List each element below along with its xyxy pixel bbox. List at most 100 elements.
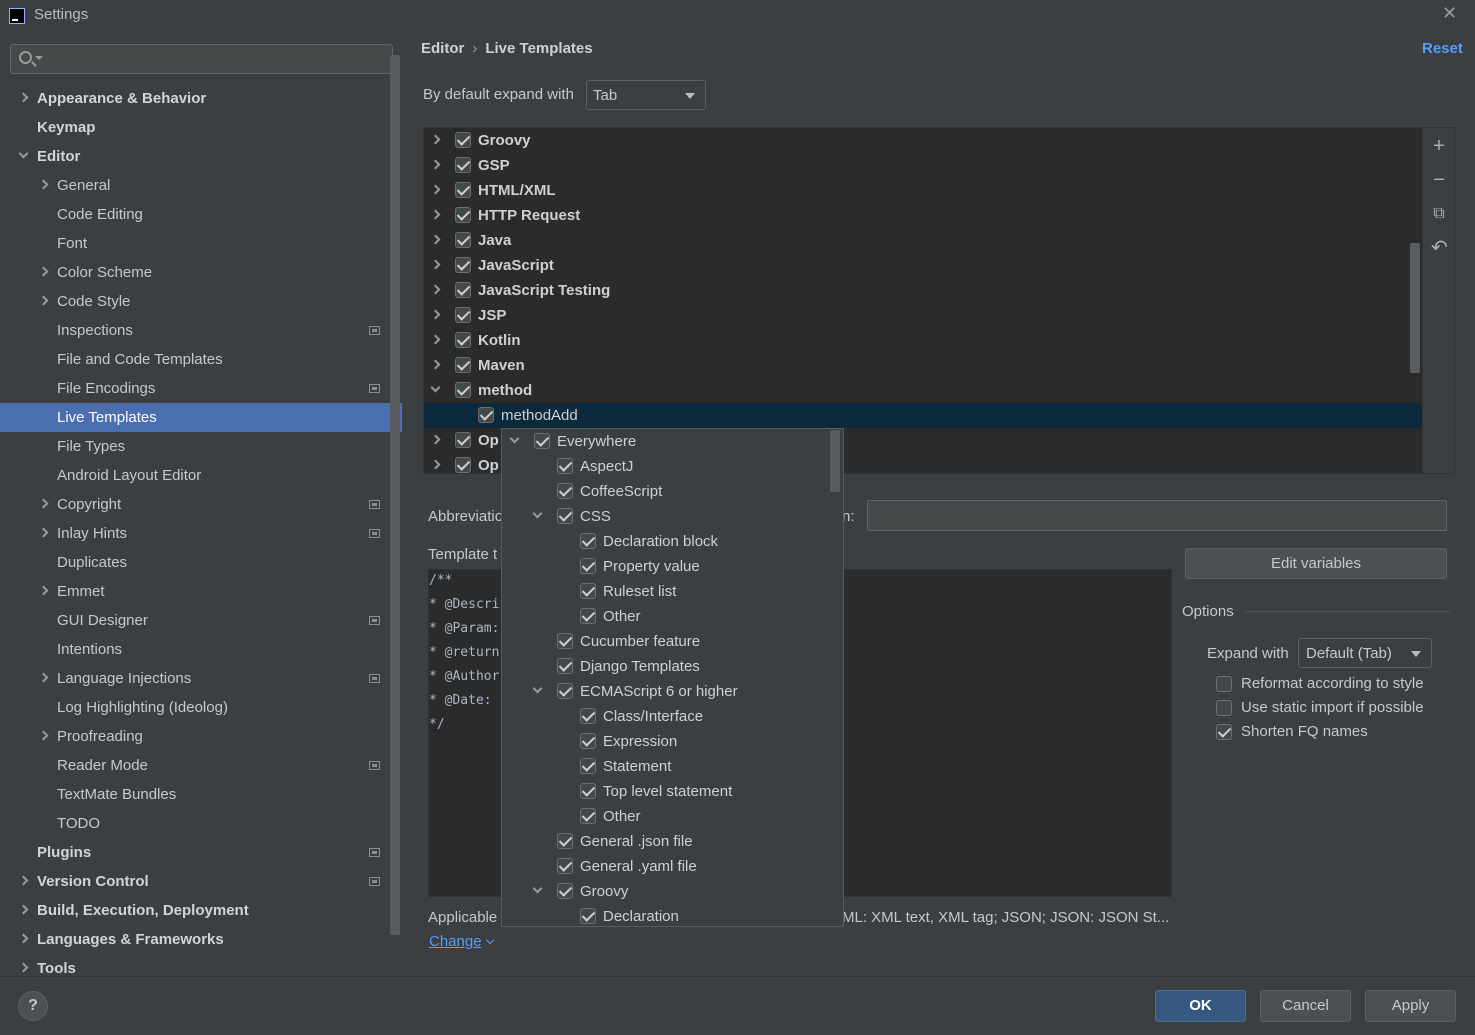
- context-item-other[interactable]: Other: [502, 604, 832, 629]
- sidebar-item-tools[interactable]: Tools: [0, 954, 388, 976]
- chevron-right-icon[interactable]: [38, 498, 49, 509]
- option-checkbox[interactable]: [1216, 676, 1232, 692]
- template-group[interactable]: Kotlin: [424, 328, 1422, 353]
- context-checkbox[interactable]: [557, 858, 573, 874]
- context-item-declaration[interactable]: Declaration: [502, 904, 832, 926]
- template-checkbox[interactable]: [455, 457, 471, 473]
- chevron-right-icon[interactable]: [430, 259, 441, 270]
- change-link[interactable]: Change: [429, 933, 482, 950]
- sidebar-item-file-types[interactable]: File Types: [0, 432, 388, 461]
- option-checkbox[interactable]: [1216, 700, 1232, 716]
- context-checkbox[interactable]: [580, 733, 596, 749]
- option-checkbox[interactable]: [1216, 724, 1232, 740]
- chevron-right-icon[interactable]: [430, 159, 441, 170]
- context-checkbox[interactable]: [580, 758, 596, 774]
- template-checkbox[interactable]: [455, 332, 471, 348]
- sidebar-item-file-encodings[interactable]: File Encodings: [0, 374, 388, 403]
- sidebar-item-plugins[interactable]: Plugins: [0, 838, 388, 867]
- template-checkbox[interactable]: [455, 207, 471, 223]
- sidebar-item-textmate-bundles[interactable]: TextMate Bundles: [0, 780, 388, 809]
- sidebar-item-emmet[interactable]: Emmet: [0, 577, 388, 606]
- template-group[interactable]: JavaScript Testing: [424, 278, 1422, 303]
- template-group[interactable]: Groovy: [424, 128, 1422, 153]
- chevron-right-icon[interactable]: [430, 459, 441, 470]
- chevron-right-icon[interactable]: [430, 134, 441, 145]
- context-item-class-interface[interactable]: Class/Interface: [502, 704, 832, 729]
- search-input[interactable]: [10, 44, 393, 74]
- context-item-css[interactable]: CSS: [502, 504, 832, 529]
- template-group[interactable]: JSP: [424, 303, 1422, 328]
- context-checkbox[interactable]: [557, 833, 573, 849]
- context-item-groovy[interactable]: Groovy: [502, 879, 832, 904]
- template-checkbox[interactable]: [455, 432, 471, 448]
- add-icon[interactable]: +: [1431, 136, 1447, 156]
- sidebar-item-proofreading[interactable]: Proofreading: [0, 722, 388, 751]
- chevron-right-icon[interactable]: [430, 284, 441, 295]
- context-item-everywhere[interactable]: Everywhere: [502, 429, 832, 454]
- context-checkbox[interactable]: [580, 583, 596, 599]
- context-checkbox[interactable]: [580, 708, 596, 724]
- template-group[interactable]: HTTP Request: [424, 203, 1422, 228]
- sidebar-item-copyright[interactable]: Copyright: [0, 490, 388, 519]
- popup-scrollbar[interactable]: [830, 430, 840, 492]
- context-checkbox[interactable]: [580, 558, 596, 574]
- sidebar-item-editor[interactable]: Editor: [0, 142, 388, 171]
- chevron-right-icon[interactable]: [430, 359, 441, 370]
- chevron-right-icon[interactable]: [430, 309, 441, 320]
- context-item-top-level-statement[interactable]: Top level statement: [502, 779, 832, 804]
- context-checkbox[interactable]: [557, 683, 573, 699]
- sidebar-item-todo[interactable]: TODO: [0, 809, 388, 838]
- context-checkbox[interactable]: [580, 808, 596, 824]
- chevron-down-icon[interactable]: [18, 148, 29, 159]
- sidebar-item-color-scheme[interactable]: Color Scheme: [0, 258, 388, 287]
- chevron-right-icon[interactable]: [38, 527, 49, 538]
- chevron-down-icon[interactable]: [532, 683, 543, 694]
- template-item[interactable]: methodAdd: [424, 403, 1422, 428]
- default-expand-select[interactable]: Tab: [586, 80, 706, 110]
- context-item-cucumber-feature[interactable]: Cucumber feature: [502, 629, 832, 654]
- context-checkbox[interactable]: [557, 458, 573, 474]
- template-checkbox[interactable]: [455, 257, 471, 273]
- chevron-right-icon[interactable]: [38, 295, 49, 306]
- context-item-aspectj[interactable]: AspectJ: [502, 454, 832, 479]
- context-item-other[interactable]: Other: [502, 804, 832, 829]
- template-checkbox[interactable]: [455, 232, 471, 248]
- cancel-button[interactable]: Cancel: [1260, 990, 1351, 1022]
- sidebar-item-gui-designer[interactable]: GUI Designer: [0, 606, 388, 635]
- context-item-general-json-file[interactable]: General .json file: [502, 829, 832, 854]
- close-icon[interactable]: ✕: [1442, 3, 1457, 24]
- sidebar-item-inlay-hints[interactable]: Inlay Hints: [0, 519, 388, 548]
- context-item-ruleset-list[interactable]: Ruleset list: [502, 579, 832, 604]
- chevron-right-icon[interactable]: [430, 209, 441, 220]
- expand-with-select[interactable]: Default (Tab): [1298, 638, 1432, 668]
- sidebar-item-code-editing[interactable]: Code Editing: [0, 200, 388, 229]
- context-checkbox[interactable]: [557, 633, 573, 649]
- sidebar-item-android-layout-editor[interactable]: Android Layout Editor: [0, 461, 388, 490]
- edit-variables-button[interactable]: Edit variables: [1185, 548, 1447, 579]
- sidebar-item-live-templates[interactable]: Live Templates: [0, 403, 402, 432]
- chevron-right-icon[interactable]: [38, 179, 49, 190]
- context-item-general-yaml-file[interactable]: General .yaml file: [502, 854, 832, 879]
- context-item-coffeescript[interactable]: CoffeeScript: [502, 479, 832, 504]
- restore-icon[interactable]: ↶: [1431, 238, 1448, 258]
- chevron-right-icon[interactable]: [18, 962, 29, 973]
- sidebar-item-code-style[interactable]: Code Style: [0, 287, 388, 316]
- chevron-down-icon[interactable]: [509, 433, 520, 444]
- ok-button[interactable]: OK: [1155, 990, 1246, 1022]
- context-item-declaration-block[interactable]: Declaration block: [502, 529, 832, 554]
- chevron-right-icon[interactable]: [18, 933, 29, 944]
- templates-scrollbar[interactable]: [1410, 243, 1420, 373]
- chevron-right-icon[interactable]: [18, 92, 29, 103]
- sidebar-item-languages-frameworks[interactable]: Languages & Frameworks: [0, 925, 388, 954]
- template-group[interactable]: Maven: [424, 353, 1422, 378]
- remove-icon[interactable]: −: [1431, 170, 1447, 190]
- chevron-down-icon[interactable]: [532, 883, 543, 894]
- template-checkbox[interactable]: [455, 157, 471, 173]
- chevron-right-icon[interactable]: [38, 266, 49, 277]
- context-checkbox[interactable]: [557, 883, 573, 899]
- sidebar-item-duplicates[interactable]: Duplicates: [0, 548, 388, 577]
- context-item-django-templates[interactable]: Django Templates: [502, 654, 832, 679]
- template-group[interactable]: Java: [424, 228, 1422, 253]
- sidebar-item-intentions[interactable]: Intentions: [0, 635, 388, 664]
- context-item-ecmascript-6-or-higher[interactable]: ECMAScript 6 or higher: [502, 679, 832, 704]
